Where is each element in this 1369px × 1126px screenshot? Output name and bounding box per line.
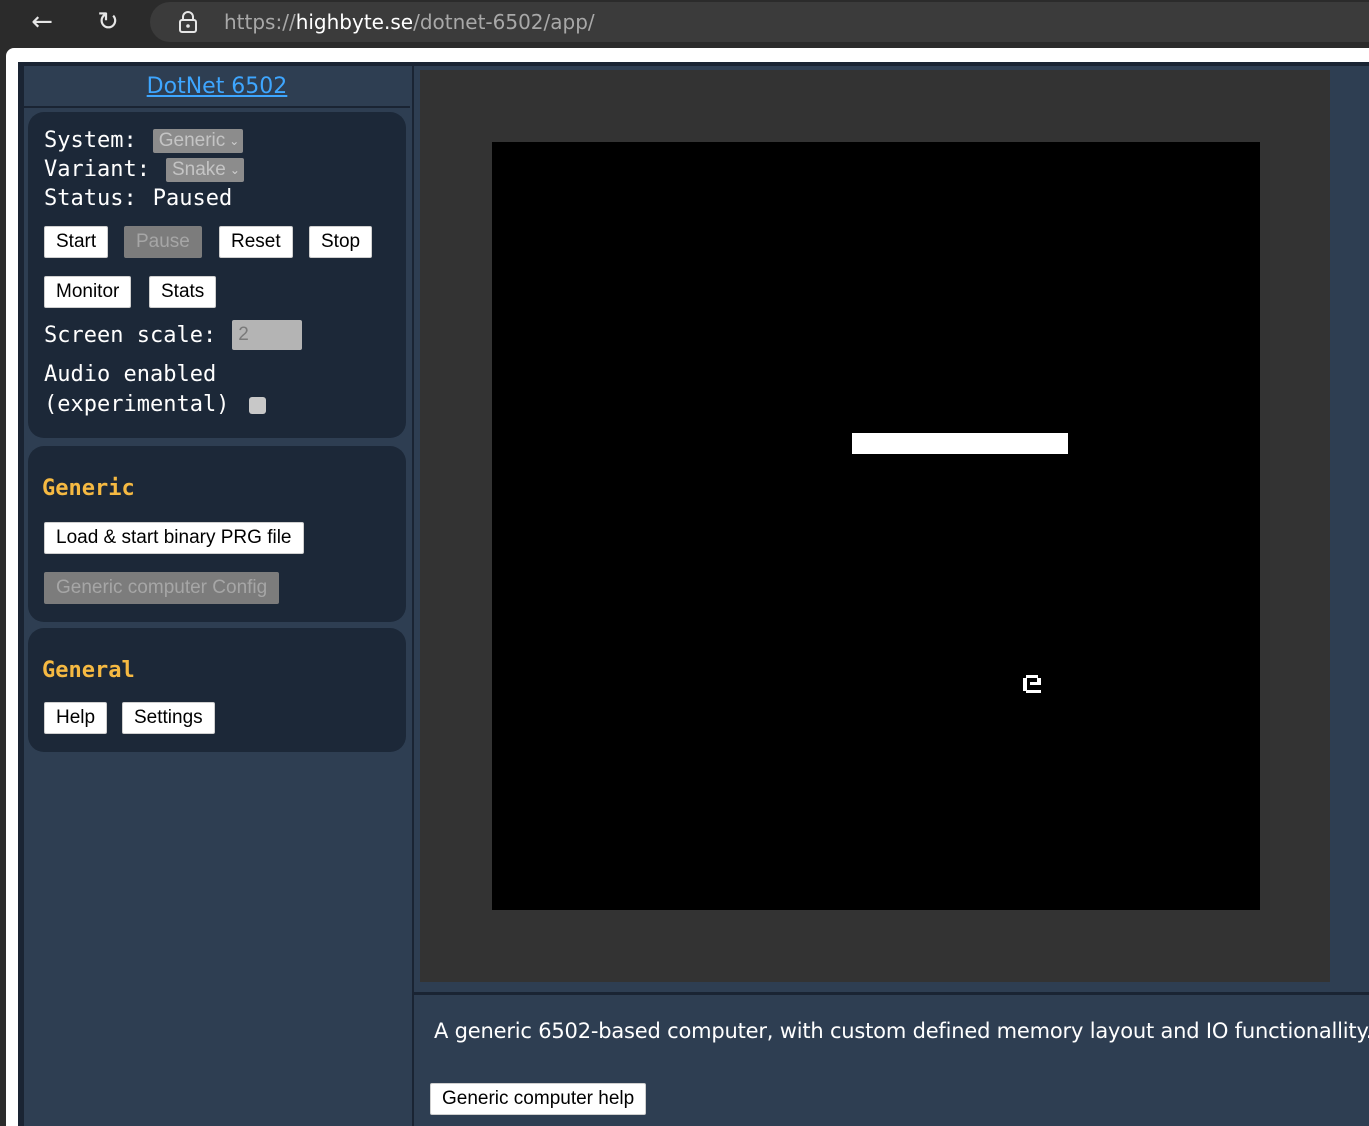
- snake-body: [852, 433, 1068, 454]
- address-bar[interactable]: https://highbyte.se/dotnet-6502/app/: [150, 2, 1369, 42]
- generic-config-button[interactable]: Generic computer Config: [44, 572, 280, 604]
- url-host: highbyte.se: [295, 10, 414, 34]
- pause-button[interactable]: Pause: [124, 226, 202, 258]
- system-select-value: Generic: [158, 129, 226, 151]
- generic-panel: Generic Load & start binary PRG file Gen…: [28, 446, 406, 622]
- system-description: A generic 6502-based computer, with cust…: [434, 1019, 1369, 1043]
- url-path: /dotnet-6502/app/: [413, 10, 595, 34]
- audio-line2: (experimental): [44, 390, 267, 420]
- stop-button[interactable]: Stop: [309, 226, 373, 258]
- status-value: Paused: [152, 186, 233, 211]
- settings-button[interactable]: Settings: [122, 702, 215, 734]
- url-scheme: https://: [224, 10, 296, 34]
- emulator-screen[interactable]: [492, 142, 1260, 910]
- stats-button[interactable]: Stats: [149, 276, 217, 308]
- audio-enabled-checkbox[interactable]: [249, 396, 267, 414]
- emulator-screen-border: [420, 70, 1330, 982]
- url-text: https://highbyte.se/dotnet-6502/app/: [224, 10, 595, 34]
- system-label: System:: [44, 128, 137, 153]
- audio-label-line2: (experimental): [44, 392, 230, 417]
- variant-select[interactable]: Snake ⌄: [165, 157, 244, 182]
- chevron-down-icon: ⌄: [229, 162, 240, 177]
- title-bar: DotNet 6502: [24, 66, 410, 108]
- system-row: System: Generic ⌄: [44, 128, 244, 153]
- general-heading: General: [42, 658, 135, 683]
- system-panel: System: Generic ⌄ Variant: Snake ⌄ Status:…: [28, 112, 406, 438]
- screen-scale-row: Screen scale: 2: [44, 320, 303, 350]
- screen-scale-input[interactable]: 2: [232, 320, 303, 350]
- variant-label: Variant:: [44, 157, 150, 182]
- left-sidebar: DotNet 6502 System: Generic ⌄ Variant: Sn…: [24, 66, 412, 1126]
- reset-button[interactable]: Reset: [219, 226, 293, 258]
- lock-icon[interactable]: [178, 11, 198, 33]
- app-title-link[interactable]: DotNet 6502: [147, 74, 288, 99]
- system-select[interactable]: Generic ⌄: [152, 128, 244, 153]
- chevron-down-icon: ⌄: [229, 133, 240, 148]
- variant-row: Variant: Snake ⌄: [44, 157, 244, 182]
- load-prg-button[interactable]: Load & start binary PRG file: [44, 522, 304, 554]
- browser-toolbar: ← ↻ https://highbyte.se/dotnet-6502/app/: [0, 0, 1369, 48]
- status-row: Status: Paused: [44, 186, 232, 211]
- snake-food-icon: [1023, 675, 1041, 693]
- screen-scale-label: Screen scale:: [44, 322, 217, 348]
- generic-computer-help-button[interactable]: Generic computer help: [430, 1083, 647, 1115]
- help-button[interactable]: Help: [44, 702, 108, 734]
- general-panel: General Help Settings: [28, 628, 406, 752]
- status-label: Status:: [44, 186, 137, 211]
- app-container: DotNet 6502 System: Generic ⌄ Variant: Sn…: [18, 62, 1369, 1126]
- back-arrow-icon[interactable]: ←: [24, 6, 60, 38]
- audio-row: Audio enabled (experimental): [44, 360, 267, 420]
- emulator-screen-wrapper: [412, 66, 1369, 992]
- reload-icon[interactable]: ↻: [90, 6, 126, 38]
- main-area: A generic 6502-based computer, with cust…: [412, 66, 1369, 1126]
- monitor-button[interactable]: Monitor: [44, 276, 132, 308]
- generic-heading: Generic: [42, 476, 135, 501]
- start-button[interactable]: Start: [44, 226, 109, 258]
- variant-select-value: Snake: [171, 158, 226, 180]
- audio-label-line1: Audio enabled: [44, 362, 217, 387]
- description-panel: A generic 6502-based computer, with cust…: [412, 992, 1369, 1126]
- page-content: DotNet 6502 System: Generic ⌄ Variant: Sn…: [6, 48, 1369, 1126]
